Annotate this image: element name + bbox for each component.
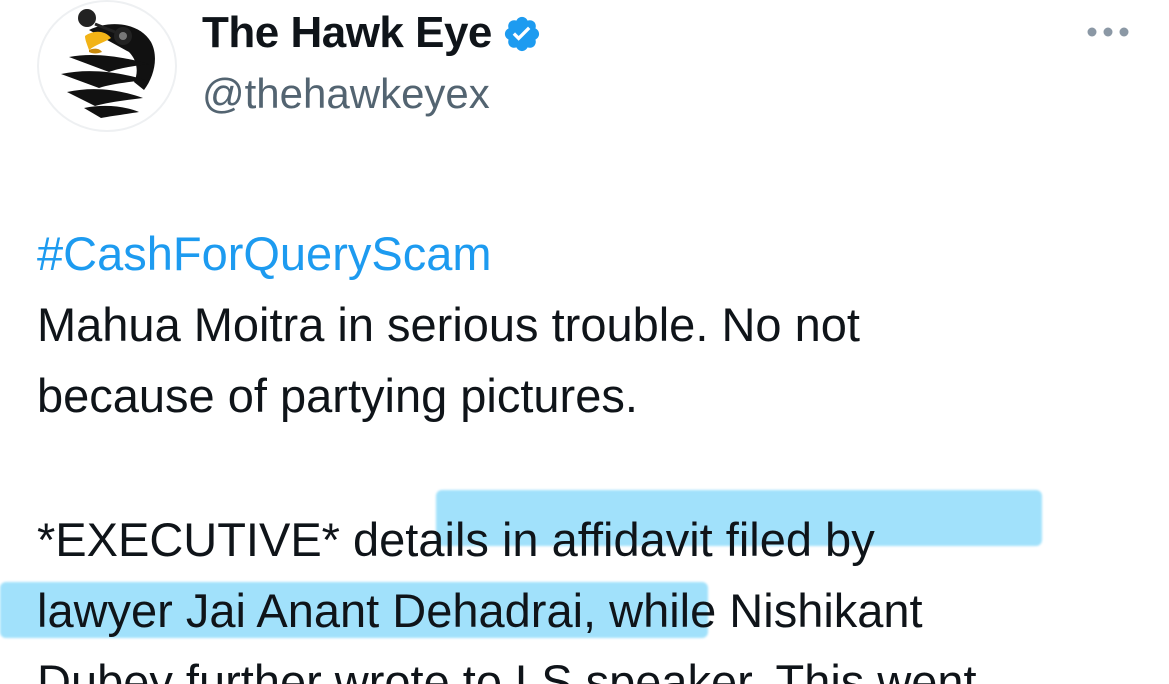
tweet-text-line: Mahua Moitra in serious trouble. No not bbox=[37, 298, 860, 351]
tweet-text-line: because of partying pictures. bbox=[37, 369, 638, 422]
tweet-text-line: lawyer Jai Anant Dehadrai, while Nishika… bbox=[37, 584, 923, 637]
tweet-text-line: *EXECUTIVE* details in affidavit filed b… bbox=[37, 513, 875, 566]
display-name[interactable]: The Hawk Eye bbox=[202, 8, 492, 58]
hawk-logo-icon bbox=[61, 9, 155, 118]
more-options-button[interactable] bbox=[1080, 14, 1136, 50]
tweet-text: #CashForQueryScam Mahua Moitra in seriou… bbox=[37, 218, 1147, 684]
account-handle[interactable]: @thehawkeyex bbox=[202, 70, 490, 118]
tweet-card: The Hawk Eye @thehawkeyex #CashForQueryS… bbox=[0, 0, 1169, 684]
tweet-text-line: Dubey further wrote to LS speaker. This … bbox=[37, 655, 977, 684]
more-horizontal-icon bbox=[1087, 27, 1129, 37]
display-name-row: The Hawk Eye bbox=[202, 8, 542, 58]
verified-badge-icon bbox=[502, 14, 542, 54]
hashtag-link[interactable]: #CashForQueryScam bbox=[37, 218, 1147, 289]
avatar[interactable] bbox=[37, 0, 177, 132]
